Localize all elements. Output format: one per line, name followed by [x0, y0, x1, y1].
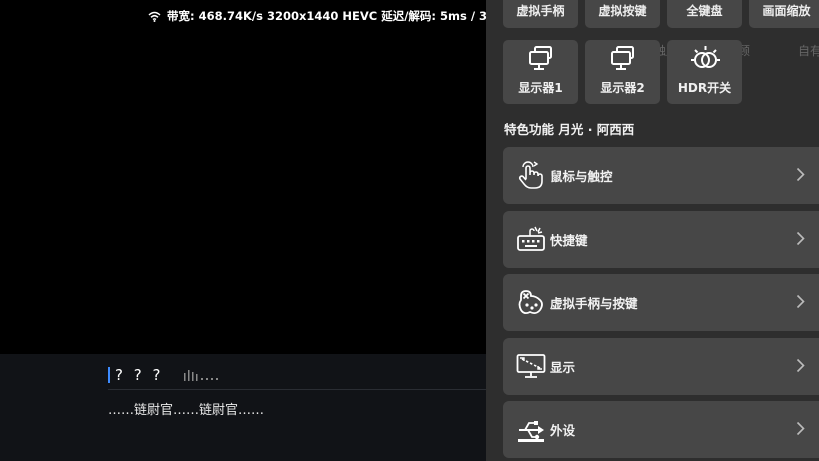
hdr-sun-icon: [690, 46, 720, 68]
menu-label-peripherals: 外设: [550, 423, 576, 438]
menu-item-display[interactable]: 显示: [503, 337, 819, 395]
top-button-row: 虚拟手柄 虚拟按键 全键盘 画面缩放: [503, 0, 819, 28]
status-bar: 带宽: 468.74K/s 3200x1440 HEVC 延迟/解码: 5ms …: [148, 8, 488, 24]
menu-label-shortcuts: 快捷键: [550, 232, 588, 248]
voice-input-text[interactable]: ? ? ?: [115, 366, 163, 384]
menu-item-virtual-gamepad-keys[interactable]: 虚拟手柄与按键: [503, 274, 819, 331]
hdr-toggle-label: HDR开关: [677, 81, 732, 95]
virtual-gamepad-button[interactable]: 虚拟手柄: [503, 0, 578, 28]
monitor-2-tile[interactable]: 显示器2: [585, 40, 660, 104]
menu-item-peripherals[interactable]: 外设: [503, 401, 819, 458]
subtitle-divider: [108, 389, 486, 390]
monitor-1-tile[interactable]: 显示器1: [503, 40, 578, 104]
hdr-toggle-tile[interactable]: HDR开关: [667, 40, 742, 104]
bg-label-own: 自有: [797, 44, 819, 58]
subtitle-caption: ……链尉官……链尉官……: [108, 403, 265, 418]
gamepad-icon: [518, 289, 543, 314]
monitor-switch-icon: [610, 46, 634, 70]
keyboard-icon: [517, 226, 545, 251]
side-panel: 触屏 回顾 自有 虚拟手柄 虚拟按键 全键盘 画面缩放 显示器1: [486, 0, 819, 461]
feature-menu: 鼠标与触控 快捷键 虚拟手柄与按键 显示 外设: [503, 147, 819, 461]
menu-item-shortcuts[interactable]: 快捷键: [503, 210, 819, 268]
waveform-icon: [184, 370, 218, 381]
section-title: 特色功能 月光 · 阿西西: [504, 122, 635, 137]
wifi-icon: [148, 11, 161, 22]
usb-icon: [518, 420, 544, 442]
chevron-right-icon: [796, 167, 805, 182]
screen-zoom-button[interactable]: 画面缩放: [749, 0, 819, 28]
full-keyboard-button[interactable]: 全键盘: [667, 0, 742, 28]
menu-label-virtual-gamepad-keys: 虚拟手柄与按键: [550, 296, 638, 311]
chevron-right-icon: [796, 358, 805, 372]
text-caret: [108, 367, 110, 383]
menu-item-mouse-touch[interactable]: 鼠标与触控: [503, 147, 819, 204]
monitor-1-label: 显示器1: [518, 81, 563, 95]
chevron-right-icon: [796, 294, 805, 309]
menu-label-mouse-touch: 鼠标与触控: [550, 169, 613, 184]
menu-label-display: 显示: [550, 359, 576, 375]
chevron-right-icon: [796, 421, 805, 436]
touch-hand-icon: [518, 160, 543, 189]
status-text: 带宽: 468.74K/s 3200x1440 HEVC 延迟/解码: 5ms …: [167, 9, 488, 23]
virtual-keys-button[interactable]: 虚拟按键: [585, 0, 660, 28]
monitor-switch-icon: [528, 46, 552, 70]
chevron-right-icon: [796, 231, 805, 245]
tile-row: 显示器1 显示器2 HDR开关: [503, 40, 742, 104]
monitor-2-label: 显示器2: [600, 81, 645, 95]
display-icon: [516, 354, 546, 378]
